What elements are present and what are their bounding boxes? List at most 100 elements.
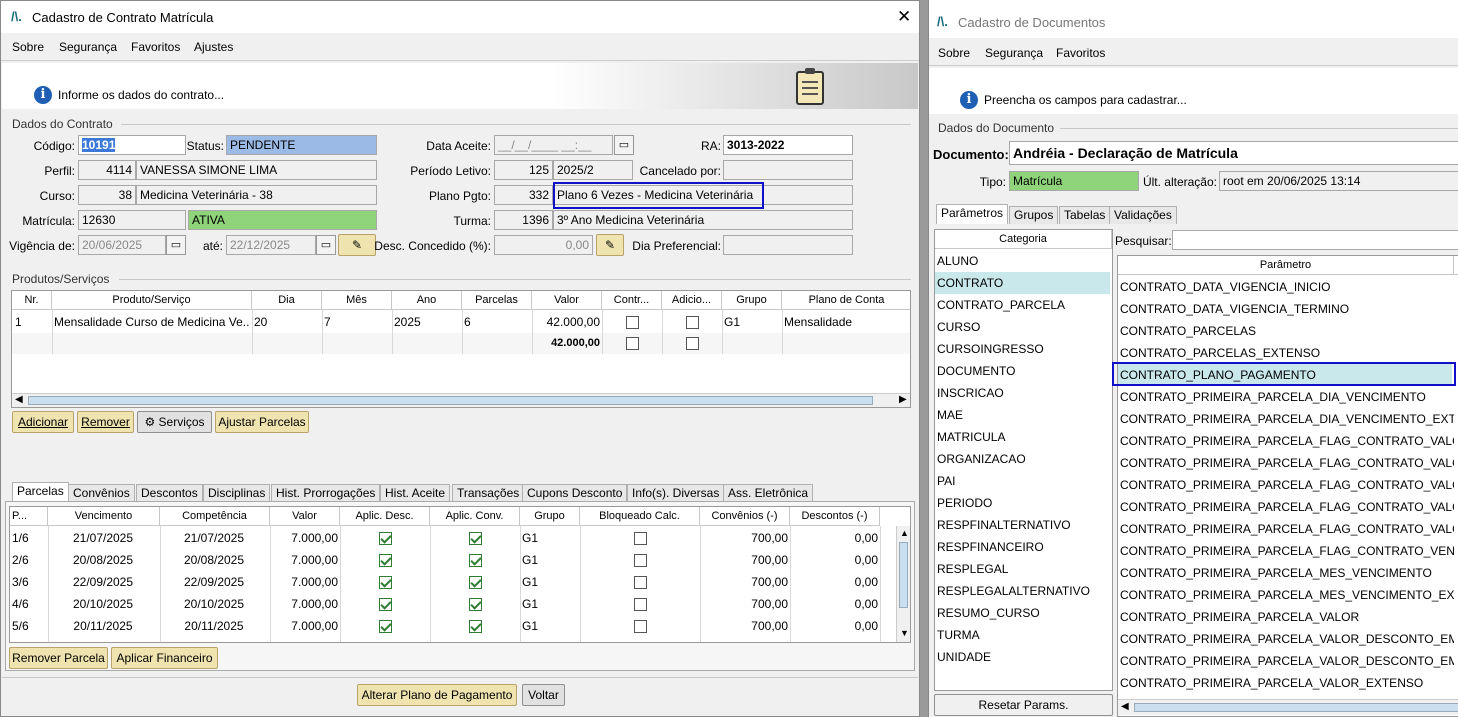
list-item[interactable]: CONTRATO_PRIMEIRA_PARCELA_VALOR_DESCONTO… bbox=[1120, 628, 1454, 650]
checkbox[interactable] bbox=[469, 554, 482, 567]
list-item[interactable]: RESPFINALTERNATIVO bbox=[937, 514, 1112, 536]
servicos-button[interactable]: ⚙ Serviços bbox=[137, 411, 212, 433]
list-item[interactable]: CONTRATO_PRIMEIRA_PARCELA_FLAG_CONTRATO_… bbox=[1120, 496, 1454, 518]
menu-sobre[interactable]: Sobre bbox=[938, 46, 970, 60]
tab-parcelas[interactable]: Parcelas bbox=[12, 482, 69, 502]
desc-field[interactable]: 0,00 bbox=[494, 235, 593, 255]
dia-pref-field[interactable] bbox=[723, 235, 853, 255]
list-item[interactable]: CONTRATO_PARCELAS bbox=[1120, 320, 1454, 342]
tab-infos-diversas[interactable]: Info(s). Diversas bbox=[627, 484, 725, 502]
documento-field[interactable]: Andréia - Declaração de Matrícula bbox=[1009, 141, 1458, 165]
tab-parametros[interactable]: Parâmetros bbox=[936, 204, 1009, 224]
tab-grupos[interactable]: Grupos bbox=[1009, 206, 1059, 224]
tab-convenios[interactable]: Convênios bbox=[68, 484, 135, 502]
list-item[interactable]: DOCUMENTO bbox=[937, 360, 1112, 382]
list-item[interactable]: PERIODO bbox=[937, 492, 1112, 514]
list-item[interactable]: CONTRATO_PRIMEIRA_PARCELA_VALOR bbox=[1120, 606, 1454, 628]
list-item[interactable]: CURSO bbox=[937, 316, 1112, 338]
list-item[interactable]: RESUMO_CURSO bbox=[937, 602, 1112, 624]
checkbox[interactable] bbox=[634, 576, 647, 589]
list-item[interactable]: UNIDADE bbox=[937, 646, 1112, 668]
checkbox[interactable] bbox=[469, 598, 482, 611]
list-item[interactable]: CONTRATO_PRIMEIRA_PARCELA_FLAG_CONTRATO_… bbox=[1120, 540, 1454, 562]
list-item[interactable]: CONTRATO bbox=[935, 272, 1110, 294]
tab-ass-eletronica[interactable]: Ass. Eletrônica bbox=[723, 484, 814, 502]
calendar-icon[interactable]: ▭ bbox=[316, 235, 336, 255]
list-item[interactable]: CONTRATO_PRIMEIRA_PARCELA_MES_VENCIMENTO… bbox=[1120, 584, 1454, 606]
checkbox[interactable] bbox=[626, 337, 639, 350]
remover-button[interactable]: Remover bbox=[77, 411, 134, 433]
menu-seguranca[interactable]: Segurança bbox=[59, 40, 117, 54]
codigo-field[interactable]: 10191 bbox=[78, 135, 186, 155]
list-item[interactable]: CONTRATO_PRIMEIRA_PARCELA_FLAG_CONTRATO_… bbox=[1120, 430, 1454, 452]
tab-transacoes[interactable]: Transações bbox=[452, 484, 525, 502]
voltar-button[interactable]: Voltar bbox=[522, 684, 565, 706]
list-item[interactable]: ALUNO bbox=[937, 250, 1112, 272]
resetar-params-button[interactable]: Resetar Params. bbox=[934, 694, 1113, 716]
horizontal-scrollbar[interactable]: ◀ ▶ bbox=[12, 393, 910, 407]
data-aceite-field[interactable]: __/__/____ __:__ bbox=[494, 135, 613, 155]
adicionar-button[interactable]: Adicionar bbox=[12, 411, 74, 433]
close-icon[interactable]: ✕ bbox=[897, 7, 911, 27]
list-item[interactable]: TURMA bbox=[937, 624, 1112, 646]
list-item[interactable]: CONTRATO_PARCELAS_EXTENSO bbox=[1120, 342, 1454, 364]
table-row[interactable]: 3/6 22/09/2025 22/09/2025 7.000,00 G1 700,00 0… bbox=[10, 571, 896, 593]
calendar-icon[interactable]: ▭ bbox=[166, 235, 186, 255]
checkbox[interactable] bbox=[379, 532, 392, 545]
checkbox[interactable] bbox=[626, 316, 639, 329]
menu-favoritos[interactable]: Favoritos bbox=[131, 40, 180, 54]
checkbox[interactable] bbox=[469, 576, 482, 589]
checkbox[interactable] bbox=[634, 598, 647, 611]
aplicar-financeiro-button[interactable]: Aplicar Financeiro bbox=[111, 647, 218, 669]
menu-sobre[interactable]: Sobre bbox=[12, 40, 44, 54]
checkbox[interactable] bbox=[379, 598, 392, 611]
tab-hist-prorrogacoes[interactable]: Hist. Prorrogações bbox=[271, 484, 381, 502]
table-row[interactable]: 1/6 21/07/2025 21/07/2025 7.000,00 G1 700,00 0… bbox=[10, 527, 896, 549]
tab-cupons-desconto[interactable]: Cupons Desconto bbox=[522, 484, 628, 502]
list-item[interactable]: PAI bbox=[937, 470, 1112, 492]
tab-disciplinas[interactable]: Disciplinas bbox=[203, 484, 271, 502]
list-item[interactable]: RESPLEGALALTERNATIVO bbox=[937, 580, 1112, 602]
menu-seguranca[interactable]: Segurança bbox=[985, 46, 1043, 60]
vigencia-ate-field[interactable]: 22/12/2025 bbox=[226, 235, 316, 255]
list-item[interactable]: CONTRATO_PRIMEIRA_PARCELA_MES_VENCIMENTO bbox=[1120, 562, 1454, 584]
vigencia-de-field[interactable]: 20/06/2025 bbox=[78, 235, 166, 255]
menu-favoritos[interactable]: Favoritos bbox=[1056, 46, 1105, 60]
list-item[interactable]: CONTRATO_PRIMEIRA_PARCELA_FLAG_CONTRATO_… bbox=[1120, 518, 1454, 540]
tab-descontos[interactable]: Descontos bbox=[136, 484, 203, 502]
list-item[interactable]: ORGANIZACAO bbox=[937, 448, 1112, 470]
list-item[interactable]: CONTRATO_PRIMEIRA_PARCELA_VALOR_DESCONTO… bbox=[1120, 650, 1454, 672]
checkbox[interactable] bbox=[379, 554, 392, 567]
calendar-icon[interactable]: ▭ bbox=[614, 135, 634, 155]
list-item[interactable]: RESPLEGAL bbox=[937, 558, 1112, 580]
list-item[interactable]: CURSOINGRESSO bbox=[937, 338, 1112, 360]
checkbox[interactable] bbox=[469, 532, 482, 545]
vertical-scrollbar[interactable]: ▲ ▼ bbox=[896, 526, 910, 642]
list-item[interactable]: CONTRATO_PRIMEIRA_PARCELA_FLAG_CONTRATO_… bbox=[1120, 474, 1454, 496]
pesquisar-input[interactable] bbox=[1172, 230, 1458, 250]
list-item[interactable]: CONTRATO_PRIMEIRA_PARCELA_DIA_VENCIMENTO bbox=[1120, 386, 1454, 408]
checkbox[interactable] bbox=[634, 554, 647, 567]
list-item[interactable]: MATRICULA bbox=[937, 426, 1112, 448]
remover-parcela-button[interactable]: Remover Parcela bbox=[9, 647, 108, 669]
table-row[interactable]: 5/6 20/11/2025 20/11/2025 7.000,00 G1 700,00 0… bbox=[10, 615, 896, 637]
ajustar-parcelas-button[interactable]: Ajustar Parcelas bbox=[215, 411, 309, 433]
checkbox[interactable] bbox=[379, 620, 392, 633]
ra-field[interactable]: 3013-2022 bbox=[723, 135, 853, 155]
list-item[interactable]: RESPFINANCEIRO bbox=[937, 536, 1112, 558]
tab-validacoes[interactable]: Validações bbox=[1109, 206, 1177, 224]
alterar-plano-button[interactable]: Alterar Plano de Pagamento bbox=[357, 684, 517, 706]
checkbox[interactable] bbox=[686, 337, 699, 350]
edit-pencil-icon[interactable]: ✎ bbox=[596, 234, 624, 256]
list-item[interactable]: CONTRATO_DATA_VIGENCIA_INICIO bbox=[1120, 276, 1454, 298]
tab-hist-aceite[interactable]: Hist. Aceite bbox=[380, 484, 451, 502]
list-item[interactable]: CONTRATO_PRIMEIRA_PARCELA_FLAG_CONTRATO_… bbox=[1120, 452, 1454, 474]
checkbox[interactable] bbox=[379, 576, 392, 589]
tab-tabelas[interactable]: Tabelas bbox=[1059, 206, 1111, 224]
list-item[interactable]: MAE bbox=[937, 404, 1112, 426]
checkbox[interactable] bbox=[634, 532, 647, 545]
list-item[interactable]: INSCRICAO bbox=[937, 382, 1112, 404]
list-item[interactable]: CONTRATO_PRIMEIRA_PARCELA_DIA_VENCIMENTO… bbox=[1120, 408, 1454, 430]
table-row[interactable]: 2/6 20/08/2025 20/08/2025 7.000,00 G1 700,00 0… bbox=[10, 549, 896, 571]
list-item[interactable]: CONTRATO_PRIMEIRA_PARCELA_VALOR_EXTENSO bbox=[1120, 672, 1454, 694]
